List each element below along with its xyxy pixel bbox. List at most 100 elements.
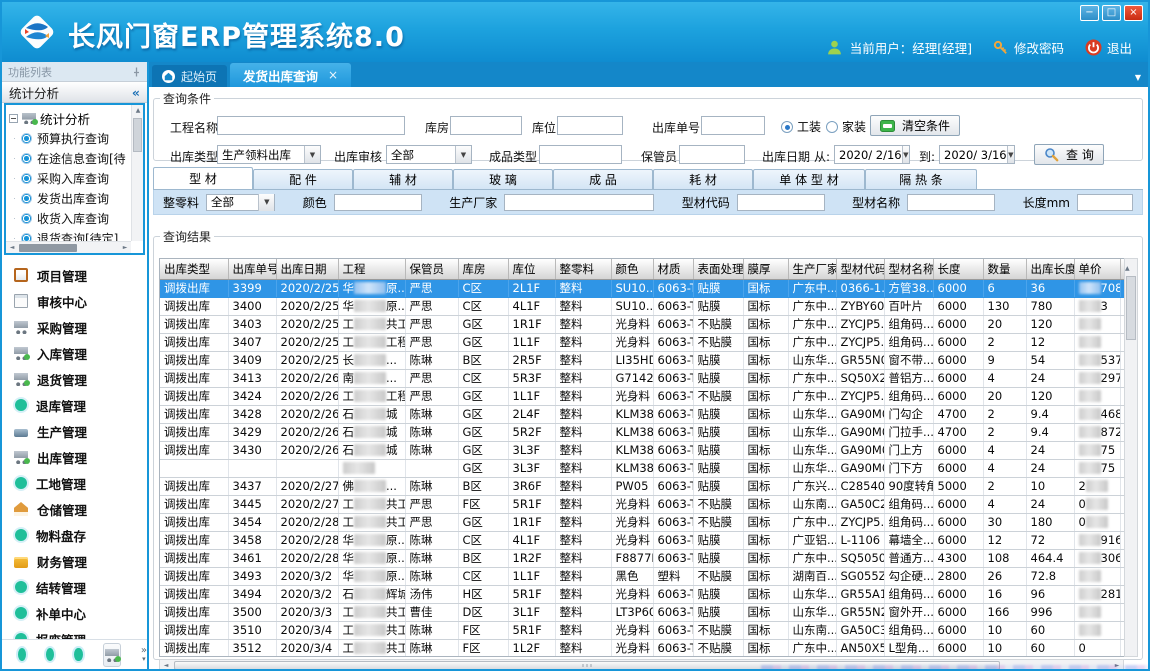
tree-root[interactable]: 统计分析 <box>9 108 129 128</box>
table-row[interactable]: 调拨出库34542020/2/28工共工程严思G区1R1F整料光身料6063-T… <box>160 513 1124 531</box>
product-type-input[interactable] <box>539 145 622 164</box>
column-header[interactable]: 整零料 <box>555 259 611 279</box>
length-input[interactable] <box>1077 194 1133 211</box>
whole-piece-select[interactable]: 全部▼ <box>206 194 275 211</box>
pin-icon[interactable] <box>132 67 141 77</box>
table-row[interactable]: 调拨出库35102020/3/4工共工程陈琳F区5R1F整料光身料6063-T5… <box>160 621 1124 639</box>
column-header[interactable]: 保管员 <box>405 259 458 279</box>
tab-shipping-outbound-query[interactable]: 发货出库查询 × <box>230 63 351 87</box>
column-header[interactable]: 颜色 <box>611 259 653 279</box>
table-row[interactable]: 调拨出库34132020/2/26南...严思C区5R3F整料G71422606… <box>160 369 1124 387</box>
scroll-left-icon[interactable]: ◄ <box>6 242 18 254</box>
sidebar-item-退货管理[interactable]: 退货管理 <box>14 366 147 392</box>
column-header[interactable]: 出库日期 <box>276 259 338 279</box>
factory-input[interactable] <box>504 194 654 211</box>
sidebar-item-报废管理[interactable]: 报废管理 <box>14 626 147 639</box>
scroll-up-icon[interactable]: ▲ <box>1125 265 1130 272</box>
grid-vertical-scrollbar[interactable]: ▲ <box>1124 258 1138 657</box>
column-header[interactable]: 出库长度 <box>1026 259 1074 279</box>
cart-module-button[interactable] <box>103 643 121 667</box>
table-row[interactable]: 调拨出库34092020/2/25长...陈琳B区2R5F整料LI35HD606… <box>160 351 1124 369</box>
expander-icon[interactable] <box>9 114 18 123</box>
material-tab[interactable]: 玻 璃 <box>453 169 553 189</box>
column-header[interactable]: 生产厂家 <box>788 259 836 279</box>
table-row[interactable]: 调拨出库34242020/2/26工工程严思G区1L1F整料光身料6063-T5… <box>160 387 1124 405</box>
scroll-thumb[interactable] <box>133 118 142 152</box>
column-header[interactable]: 库位 <box>508 259 555 279</box>
sidebar-item-财务管理[interactable]: 财务管理 <box>14 548 147 574</box>
sidebar-item-结转管理[interactable]: 结转管理 <box>14 574 147 600</box>
column-header[interactable]: 数量 <box>983 259 1026 279</box>
tree-horizontal-scrollbar[interactable]: ◄ ► <box>6 241 131 253</box>
sidebar-item-审核中心[interactable]: 审核中心 <box>14 288 147 314</box>
color-input[interactable] <box>334 194 422 211</box>
column-header[interactable]: 工程 <box>338 259 405 279</box>
scroll-right-icon[interactable]: ► <box>119 242 131 254</box>
table-row[interactable]: 调拨出库34372020/2/27佛...陈琳B区3R6F整料PW056063-… <box>160 477 1124 495</box>
sidebar-item-采购管理[interactable]: 采购管理 <box>14 314 147 340</box>
table-row[interactable]: 调拨出库34612020/2/28华原...陈琳B区1R2F整料F8877FT6… <box>160 549 1124 567</box>
overflow-menu-button[interactable]: » ▾ <box>141 646 147 664</box>
scroll-left-icon[interactable]: ◄ <box>160 660 172 671</box>
tree-item[interactable]: 收货入库查询 <box>9 208 129 228</box>
table-row[interactable]: 调拨出库35002020/3/3工共工程曹佳D区3L1F整料LT3P606063… <box>160 603 1124 621</box>
tree-item[interactable]: 发货出库查询 <box>9 188 129 208</box>
column-header[interactable]: 长度 <box>933 259 983 279</box>
scroll-thumb[interactable] <box>19 244 77 252</box>
table-row[interactable]: 调拨出库33992020/2/25华原...严思C区2L1F整料SU10...6… <box>160 279 1124 297</box>
chevron-down-icon[interactable]: ▼ <box>455 146 471 163</box>
sidebar-item-出库管理[interactable]: 出库管理 <box>14 444 147 470</box>
collapse-icon[interactable]: « <box>132 85 140 100</box>
project-name-input[interactable] <box>217 116 405 135</box>
material-tab[interactable]: 隔 热 条 <box>865 169 977 189</box>
date-from-picker[interactable]: 2020/ 2/16▼ <box>834 145 910 164</box>
tab-home[interactable]: 起始页 <box>152 65 227 87</box>
table-row[interactable]: 调拨出库34292020/2/26石城陈琳G区5R2F整料KLM38176063… <box>160 423 1124 441</box>
tree-item[interactable]: 预算执行查询 <box>9 128 129 148</box>
clear-conditions-button[interactable]: 清空条件 <box>870 115 960 136</box>
tree-item[interactable]: 在途信息查询[待 <box>9 148 129 168</box>
material-tab[interactable]: 成 品 <box>553 169 653 189</box>
column-header[interactable]: 型材名称 <box>884 259 933 279</box>
scroll-up-icon[interactable]: ▲ <box>132 105 144 117</box>
column-header[interactable]: 材质 <box>653 259 693 279</box>
chevron-down-icon[interactable]: ▼ <box>258 194 274 211</box>
logout-link[interactable]: 退出 <box>1085 38 1132 57</box>
profile-name-input[interactable] <box>907 194 995 211</box>
search-button[interactable]: 查 询 <box>1034 144 1104 165</box>
tab-close-icon[interactable]: × <box>328 68 338 82</box>
table-row[interactable]: 调拨出库34072020/2/25工工程严思G区1L1F整料光身料6063-T5… <box>160 333 1124 351</box>
table-row[interactable]: G区3L3F整料KLM38176063-T5贴膜国标山东华...GA90M09.… <box>160 459 1124 477</box>
tree-item[interactable]: 退货查询[待定] <box>9 228 129 241</box>
material-tab[interactable]: 辅 材 <box>353 169 453 189</box>
minimize-button[interactable]: − <box>1080 5 1099 21</box>
outbound-no-input[interactable] <box>701 116 765 135</box>
sidebar-item-物料盘存[interactable]: 物料盘存 <box>14 522 147 548</box>
material-tab[interactable]: 配 件 <box>253 169 353 189</box>
table-row[interactable]: 调拨出库34582020/2/28华原...陈琳C区4L1F整料光身料6063-… <box>160 531 1124 549</box>
module-dot-button[interactable] <box>74 648 82 661</box>
sidebar-item-退库管理[interactable]: 退库管理 <box>14 392 147 418</box>
sidebar-item-仓储管理[interactable]: 仓储管理 <box>14 496 147 522</box>
tab-list-dropdown-icon[interactable]: ▼ <box>1135 73 1141 82</box>
material-tab[interactable]: 型 材 <box>153 167 253 189</box>
sidebar-item-工地管理[interactable]: 工地管理 <box>14 470 147 496</box>
tree-vertical-scrollbar[interactable]: ▲ <box>131 105 143 241</box>
warehouse-input[interactable] <box>450 116 522 135</box>
radio-industrial[interactable]: 工装 <box>781 118 821 135</box>
column-header[interactable]: 库房 <box>458 259 508 279</box>
table-row[interactable]: 调拨出库34302020/2/26石城陈琳G区3L3F整料KLM38176063… <box>160 441 1124 459</box>
group-header[interactable]: 统计分析 « <box>2 81 147 103</box>
maximize-button[interactable]: □ <box>1102 5 1121 21</box>
chevron-down-icon[interactable]: ▼ <box>902 146 909 163</box>
table-row[interactable]: 调拨出库34942020/3/2石辉城汤伟H区5R1F整料光身料6063-T5贴… <box>160 585 1124 603</box>
column-header[interactable]: 表面处理 <box>693 259 743 279</box>
material-tab[interactable]: 耗 材 <box>653 169 753 189</box>
sidebar-item-入库管理[interactable]: 入库管理 <box>14 340 147 366</box>
keeper-input[interactable] <box>679 145 745 164</box>
table-row[interactable]: 调拨出库34002020/2/25华原...严思C区4L1F整料SU10...6… <box>160 297 1124 315</box>
date-to-picker[interactable]: 2020/ 3/16▼ <box>939 145 1015 164</box>
table-row[interactable]: 调拨出库35122020/3/4工共工程陈琳F区1L2F整料光身料6063-T5… <box>160 639 1124 657</box>
chevron-down-icon[interactable]: ▼ <box>304 146 320 163</box>
location-input[interactable] <box>557 116 623 135</box>
